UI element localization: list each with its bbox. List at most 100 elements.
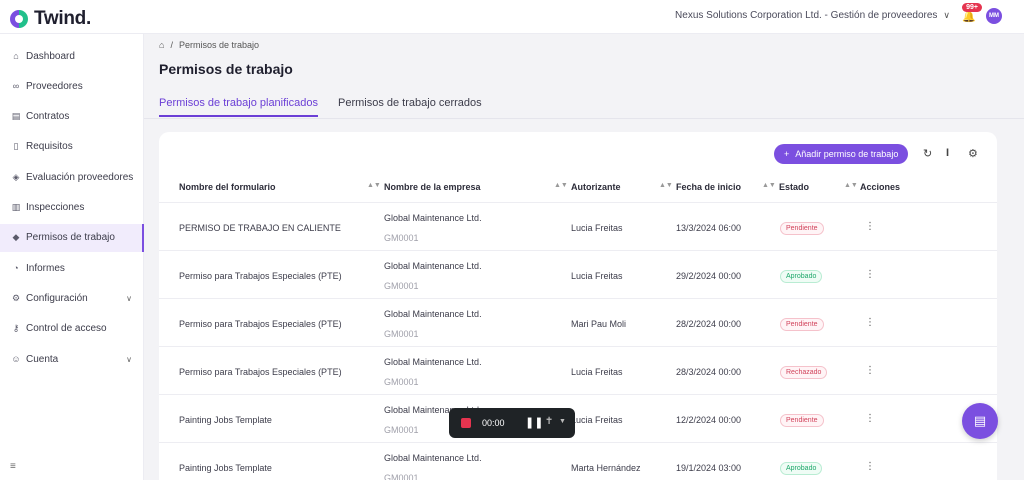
tabs-divider: [144, 118, 1024, 119]
company-name: Global Maintenance Ltd.: [384, 309, 482, 319]
sidebar-item-label: Dashboard: [26, 50, 75, 62]
table-row[interactable]: PERMISO DE TRABAJO EN CALIENTE Global Mai…: [159, 202, 997, 250]
more-vertical-icon[interactable]: ⋮: [865, 413, 875, 424]
sidebar-item-label: Control de acceso: [26, 323, 107, 335]
gear-icon: ⚙: [11, 292, 21, 303]
clipboard-icon: ▥: [11, 202, 21, 212]
table-row[interactable]: Permiso para Trabajos Especiales (PTE) Gl…: [159, 298, 997, 346]
tab-planificados[interactable]: Permisos de trabajo planificados: [159, 97, 318, 117]
notification-badge: 99+: [962, 3, 982, 12]
company-name: Global Maintenance Ltd.: [384, 213, 482, 223]
form-name: PERMISO DE TRABAJO EN CALIENTE: [179, 223, 341, 233]
header-status[interactable]: Estado: [779, 182, 809, 192]
more-vertical-icon[interactable]: ⋮: [865, 461, 875, 472]
authorizer: Lucia Freitas: [571, 367, 623, 377]
chat-icon: ▤: [973, 413, 987, 428]
chevron-down-icon: ∨: [126, 293, 132, 303]
status-badge: Aprobado: [780, 270, 823, 283]
table-row[interactable]: Permiso para Trabajos Especiales (PTE) Gl…: [159, 250, 997, 298]
sidebar-item-label: Permisos de trabajo: [26, 232, 115, 244]
table-header: Nombre del formulario ▲▼ Nombre de la em…: [159, 177, 997, 197]
more-vertical-icon[interactable]: ⋮: [865, 221, 875, 232]
document-icon: ▯: [13, 141, 19, 152]
add-permit-label: Añadir permiso de trabajo: [795, 149, 899, 159]
table-row[interactable]: Painting Jobs Template Global Maintenance…: [159, 394, 997, 442]
company-name: Global Maintenance Ltd.: [384, 357, 482, 367]
start-date: 28/3/2024 00:00: [676, 367, 742, 377]
sidebar-item-control-de-acceso[interactable]: ⚷ Control de acceso: [0, 315, 144, 343]
form-name: Permiso para Trabajos Especiales (PTE): [179, 367, 342, 377]
home-icon: ⌂: [13, 51, 19, 61]
chevron-down-icon[interactable]: ▼: [559, 418, 566, 425]
sidebar: ⌂ Dashboard ∞ Proveedores ▤ Contratos ▯ Requisi…: [0, 34, 144, 480]
more-vertical-icon[interactable]: ⋮: [865, 269, 875, 280]
breadcrumb: ⌂ / Permisos de trabajo: [159, 40, 259, 50]
sort-icon[interactable]: ▲▼: [844, 182, 858, 189]
start-date: 29/2/2024 00:00: [676, 271, 742, 281]
sidebar-item-evaluaci-n-proveedores[interactable]: ◈ Evaluación proveedores: [0, 163, 144, 191]
sort-icon[interactable]: ▲▼: [367, 182, 381, 189]
company-name: Global Maintenance Ltd.: [384, 261, 482, 271]
status-badge: Pendiente: [780, 414, 824, 427]
pause-icon[interactable]: ❚❚: [525, 416, 543, 429]
sidebar-item-requisitos[interactable]: ▯ Requisitos: [0, 133, 144, 161]
sidebar-item-label: Evaluación proveedores: [26, 171, 134, 183]
authorizer: Lucia Freitas: [571, 415, 623, 425]
mic-muted-icon[interactable]: ✝: [545, 416, 553, 427]
logo-text: Twind.: [34, 8, 91, 29]
stop-icon[interactable]: [461, 418, 471, 428]
form-name: Painting Jobs Template: [179, 415, 272, 425]
avatar[interactable]: MM: [986, 8, 1002, 24]
pie-chart-icon: ◔: [13, 263, 19, 274]
home-icon[interactable]: ⌂: [159, 40, 164, 50]
sidebar-item-informes[interactable]: ◔ Informes: [0, 254, 144, 282]
company-name: Global Maintenance Ltd.: [384, 453, 482, 463]
sort-icon[interactable]: ▲▼: [554, 182, 568, 189]
header-start-date[interactable]: Fecha de inicio: [676, 182, 741, 192]
sidebar-item-contratos[interactable]: ▤ Contratos: [0, 103, 144, 131]
gear-icon[interactable]: ⚙: [968, 147, 978, 160]
text-height-icon[interactable]: I: [946, 147, 949, 159]
start-date: 19/1/2024 03:00: [676, 463, 742, 473]
header-company[interactable]: Nombre de la empresa: [384, 182, 481, 192]
more-vertical-icon[interactable]: ⋮: [865, 365, 875, 376]
sidebar-item-label: Configuración: [26, 292, 88, 304]
screen-recorder: 00:00 ❚❚ ✝ ▼: [449, 408, 575, 438]
table-row[interactable]: Permiso para Trabajos Especiales (PTE) Gl…: [159, 346, 997, 394]
company-code: GM0001: [384, 329, 419, 339]
chevron-down-icon: ∨: [126, 354, 132, 364]
sort-icon[interactable]: ▲▼: [659, 182, 673, 189]
sidebar-item-configuraci-n[interactable]: ⚙ Configuración ∨: [0, 284, 144, 312]
more-vertical-icon[interactable]: ⋮: [865, 317, 875, 328]
status-badge: Rechazado: [780, 366, 828, 379]
authorizer: Lucia Freitas: [571, 223, 623, 233]
header-authorizer[interactable]: Autorizante: [571, 182, 621, 192]
link-icon: ∞: [12, 81, 20, 92]
sidebar-item-label: Proveedores: [26, 80, 83, 92]
add-permit-button[interactable]: + Añadir permiso de trabajo: [774, 144, 909, 164]
chat-button[interactable]: ▤: [962, 403, 998, 439]
form-name: Permiso para Trabajos Especiales (PTE): [179, 319, 342, 329]
sidebar-item-permisos-de-trabajo[interactable]: ◆ Permisos de trabajo: [0, 223, 144, 252]
sort-icon[interactable]: ▲▼: [762, 182, 776, 189]
shield-icon: ◆: [12, 232, 20, 243]
top-bar: Twind. Nexus Solutions Corporation Ltd. …: [0, 0, 1024, 34]
sidebar-item-cuenta[interactable]: ☺ Cuenta ∨: [0, 345, 144, 373]
start-date: 12/2/2024 00:00: [676, 415, 742, 425]
sidebar-item-proveedores[interactable]: ∞ Proveedores: [0, 72, 144, 100]
company-selector[interactable]: Nexus Solutions Corporation Ltd. - Gesti…: [675, 10, 950, 21]
form-name: Permiso para Trabajos Especiales (PTE): [179, 271, 342, 281]
tab-cerrados[interactable]: Permisos de trabajo cerrados: [338, 97, 482, 117]
app-logo[interactable]: Twind.: [10, 8, 91, 30]
logo-icon: [10, 10, 28, 28]
authorizer: Mari Pau Moli: [571, 319, 627, 329]
refresh-icon[interactable]: ↻: [923, 147, 932, 160]
permits-card: + Añadir permiso de trabajo ↻ I ⚙ Nombre…: [159, 132, 997, 480]
start-date: 28/2/2024 00:00: [676, 319, 742, 329]
status-badge: Pendiente: [780, 318, 824, 331]
sidebar-item-dashboard[interactable]: ⌂ Dashboard: [0, 42, 144, 70]
sidebar-item-inspecciones[interactable]: ▥ Inspecciones: [0, 194, 144, 222]
collapse-sidebar-icon[interactable]: ≡: [10, 461, 16, 472]
table-row[interactable]: Painting Jobs Template Global Maintenance…: [159, 442, 997, 480]
header-form[interactable]: Nombre del formulario: [179, 182, 276, 192]
